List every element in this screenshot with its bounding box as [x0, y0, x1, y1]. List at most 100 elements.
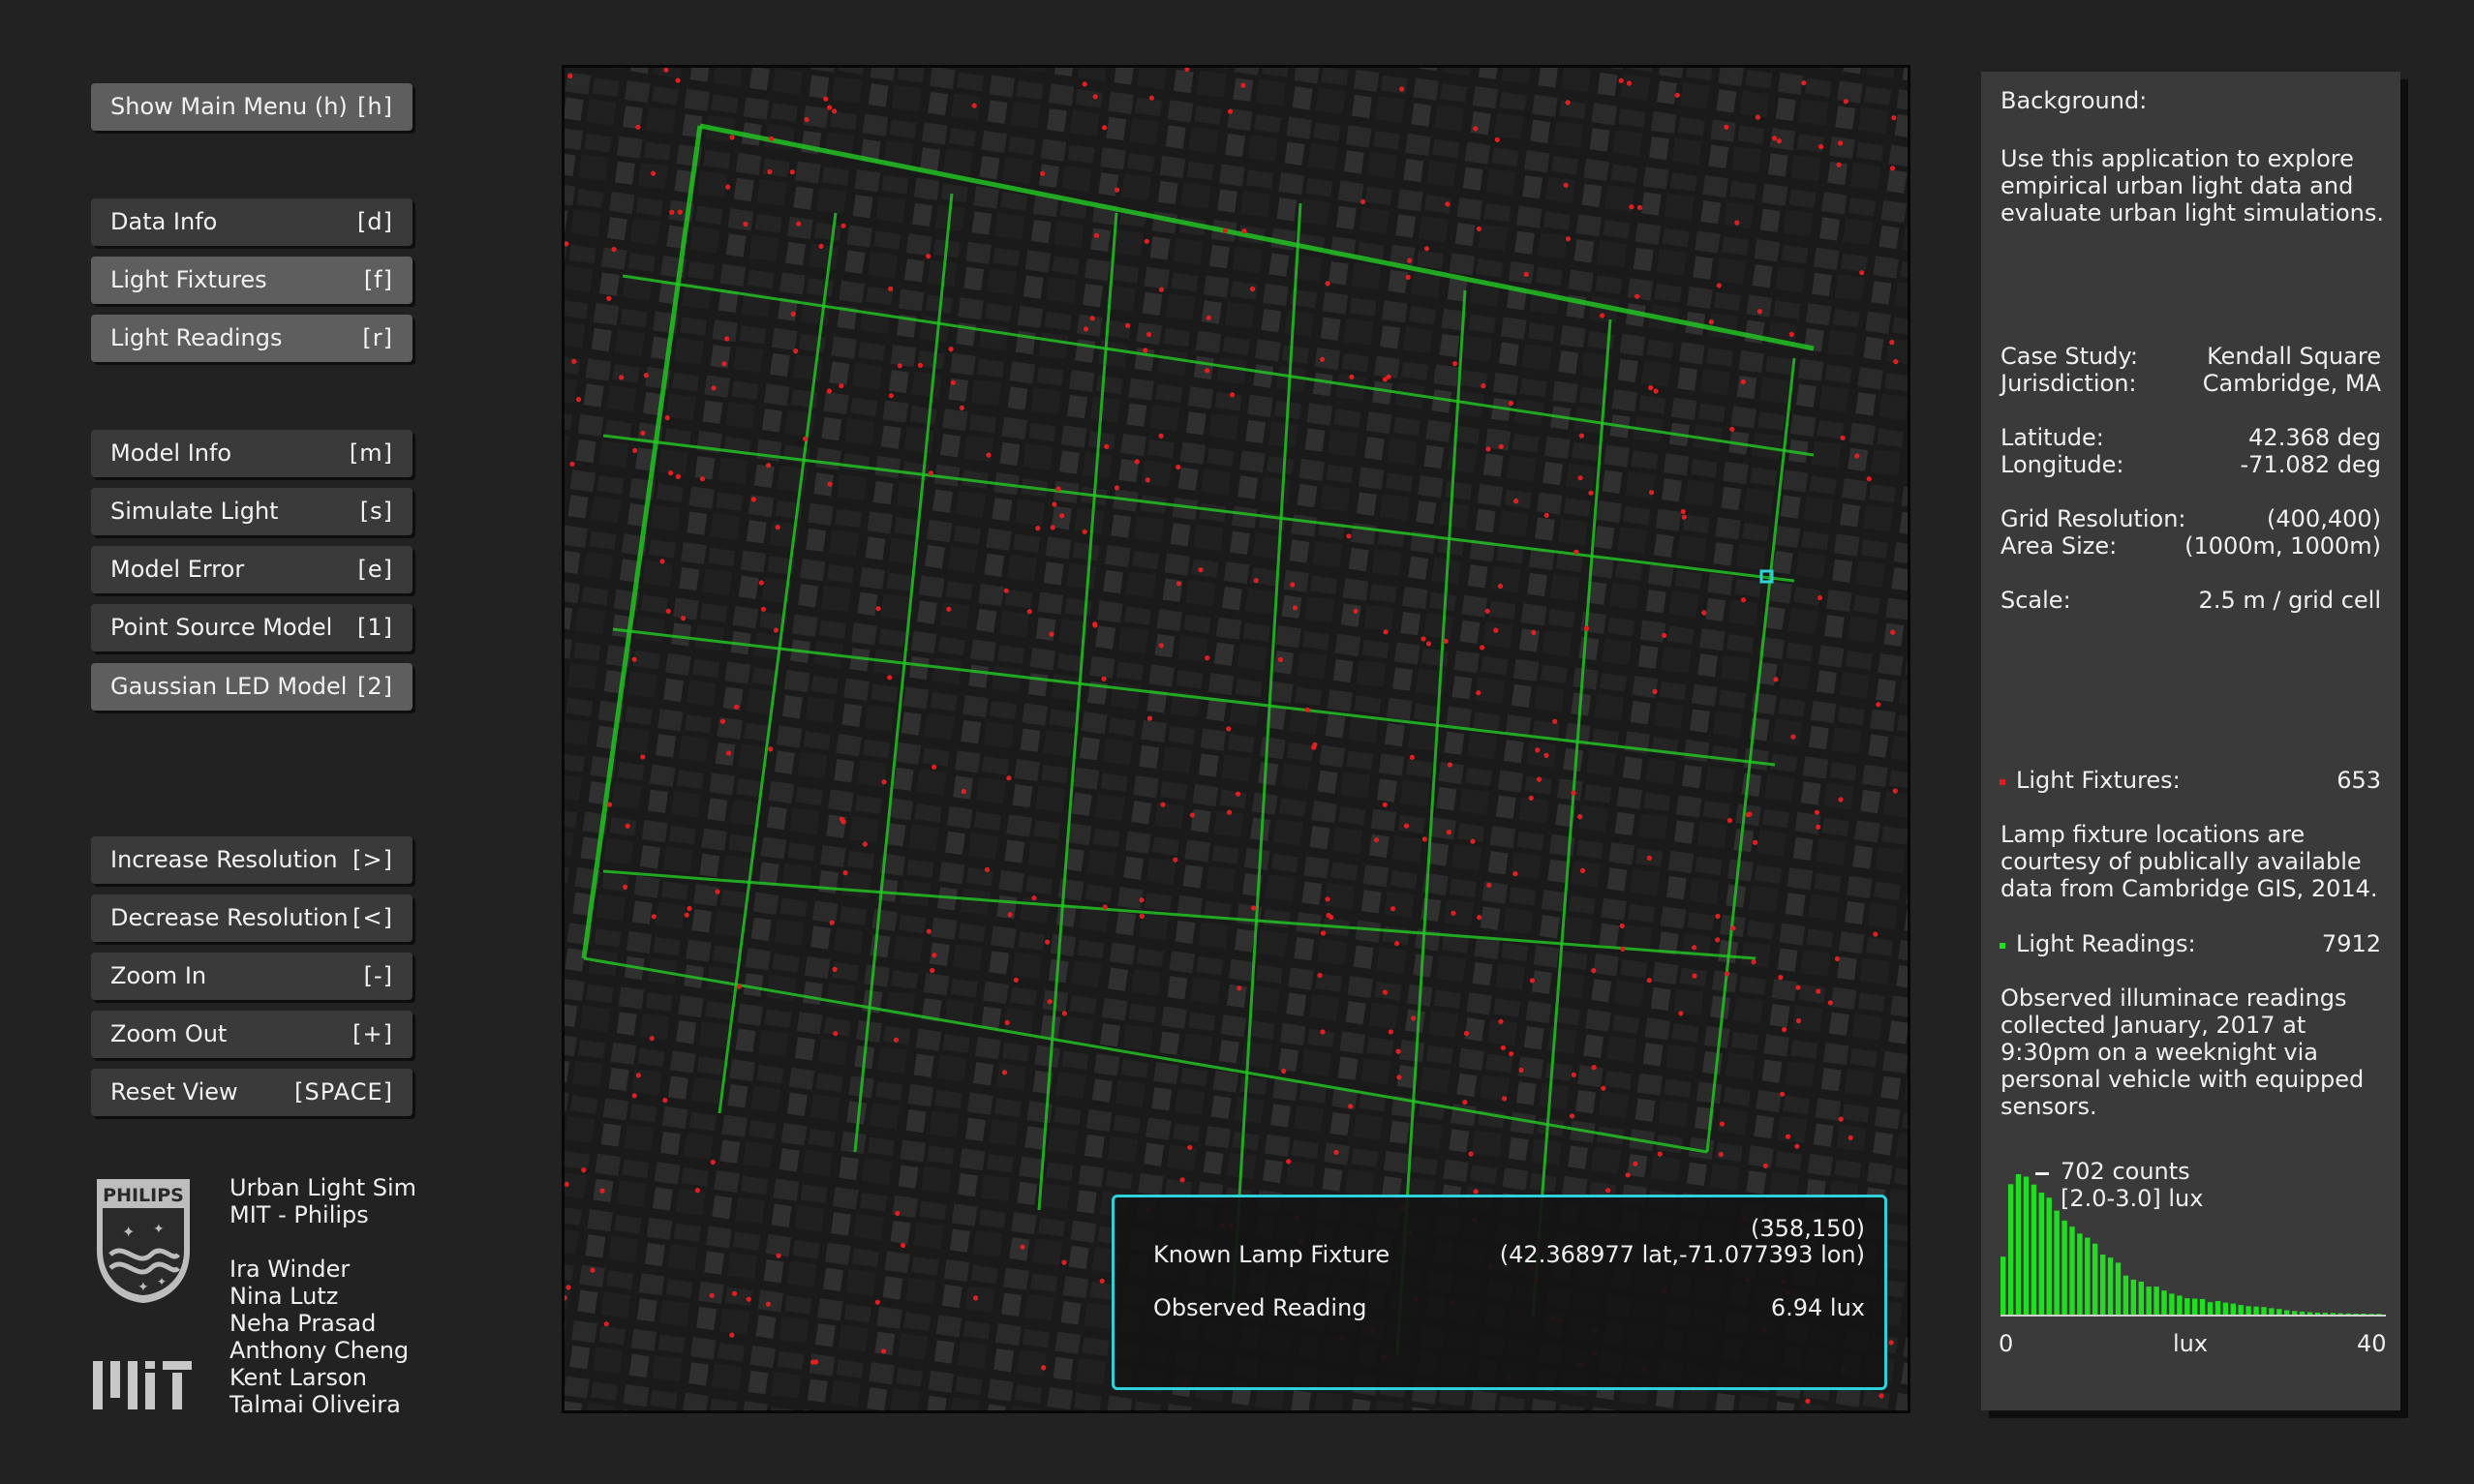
- button-label: Reset View: [110, 1078, 238, 1105]
- fixture-dot: [709, 1292, 715, 1298]
- show-main-menu-button[interactable]: Show Main Menu (h) [h]: [91, 83, 412, 131]
- fixture-dot: [1227, 108, 1234, 114]
- fixture-dot: [1004, 1019, 1010, 1025]
- button-shortcut: [m]: [349, 439, 393, 467]
- fixture-dot: [1249, 286, 1256, 292]
- fixture-dot: [1566, 236, 1572, 242]
- histogram-bar: [2031, 1184, 2037, 1315]
- fixture-dot: [1443, 638, 1449, 644]
- histogram-bar: [2161, 1290, 2167, 1315]
- fixture-dot: [599, 1188, 605, 1194]
- fixture-dot: [1497, 583, 1504, 590]
- increase-resolution-button[interactable]: Increase Resolution [>]: [91, 836, 412, 884]
- fixture-dot: [635, 124, 641, 130]
- fixture-dot: [888, 286, 894, 291]
- author: Neha Prasad: [229, 1310, 377, 1337]
- data-info-button[interactable]: Data Info [d]: [91, 198, 412, 246]
- fixture-dot: [581, 1167, 587, 1173]
- fixture-dot: [1013, 977, 1019, 984]
- fixture-dot: [1179, 1177, 1185, 1183]
- fixture-dot: [1484, 608, 1490, 614]
- fixture-dot: [1476, 690, 1481, 696]
- fixture-dot: [1636, 204, 1642, 210]
- fixture-dot: [1304, 707, 1310, 712]
- zoom-in-button[interactable]: Zoom In [-]: [91, 953, 412, 1000]
- fixture-dot: [1230, 392, 1236, 398]
- fixture-dot: [1708, 319, 1714, 325]
- fixture-dot: [1657, 1151, 1663, 1157]
- point-source-model-button[interactable]: Point Source Model [1]: [91, 604, 412, 651]
- fixture-dot: [1463, 1030, 1470, 1037]
- readings-label: Light Readings:: [2016, 930, 2196, 957]
- histogram-bar: [2376, 1314, 2382, 1315]
- fixture-dot: [1158, 433, 1164, 439]
- fixture-dot: [1531, 629, 1537, 636]
- fixture-dot: [1701, 610, 1707, 616]
- light-fixtures-button[interactable]: Light Fixtures [f]: [91, 257, 412, 304]
- fixture-dot: [623, 884, 628, 890]
- fixture-dot: [827, 481, 833, 487]
- gaussian-led-model-button[interactable]: Gaussian LED Model [2]: [91, 663, 412, 711]
- fixture-dot: [1577, 475, 1583, 481]
- histogram-bar: [2092, 1243, 2098, 1315]
- fixture-dot: [677, 209, 683, 215]
- fixture-dot: [1873, 931, 1878, 937]
- fixture-dot: [1176, 581, 1181, 587]
- fixture-dot: [1494, 136, 1500, 142]
- fixture-dot: [1854, 453, 1860, 459]
- button-label: Gaussian LED Model: [110, 673, 348, 700]
- zoom-out-button[interactable]: Zoom Out [+]: [91, 1011, 412, 1058]
- fixture-dot: [575, 397, 582, 403]
- fixture-dot: [1745, 811, 1751, 818]
- fixture-dot: [590, 1267, 596, 1273]
- fixture-legend-dot: [2000, 779, 2005, 785]
- fixture-dot: [1396, 1075, 1402, 1080]
- readings-count: 7912: [2321, 930, 2381, 957]
- simulate-light-button[interactable]: Simulate Light [s]: [91, 488, 412, 535]
- fixture-dot: [1543, 752, 1549, 758]
- decrease-resolution-button[interactable]: Decrease Resolution [<]: [91, 894, 412, 942]
- philips-shield-logo: PHILIPS ✦ ✦ ✦ ✦: [97, 1179, 190, 1303]
- grid-resolution-value: (400,400): [2267, 505, 2381, 532]
- fixture-dot: [724, 336, 730, 342]
- fixture-dot: [897, 363, 902, 369]
- fixture-dot: [1173, 857, 1178, 863]
- latitude-value: 42.368 deg: [2248, 424, 2381, 451]
- fixture-dot: [1187, 1144, 1193, 1150]
- fixture-dot: [1061, 1011, 1067, 1016]
- histogram-bar: [2015, 1174, 2022, 1315]
- fixture-dot: [1588, 490, 1594, 496]
- model-error-button[interactable]: Model Error [e]: [91, 546, 412, 593]
- histogram-bar: [2207, 1302, 2214, 1315]
- scale-value: 2.5 m / grid cell: [2198, 587, 2381, 614]
- histogram-bar: [2238, 1305, 2244, 1315]
- button-shortcut: [>]: [352, 846, 393, 873]
- fixture-dot: [1498, 1018, 1504, 1024]
- fixture-dot: [887, 675, 893, 681]
- fixture-dot: [715, 889, 720, 894]
- light-readings-button[interactable]: Light Readings [r]: [91, 315, 412, 362]
- fixture-dot: [932, 953, 937, 958]
- fixture-dot: [1513, 499, 1519, 504]
- fixture-dot: [1889, 166, 1896, 171]
- fixture-dot: [1253, 578, 1259, 584]
- fixture-dot: [1405, 274, 1411, 280]
- reset-view-button[interactable]: Reset View [SPACE]: [91, 1069, 412, 1116]
- fixture-dot: [930, 967, 935, 974]
- histogram-bar: [2284, 1310, 2290, 1315]
- fixture-dot: [823, 96, 829, 102]
- fixture-dot: [1838, 1116, 1844, 1122]
- fixture-dot: [1573, 549, 1579, 555]
- fixture-dot: [699, 476, 705, 482]
- model-info-button[interactable]: Model Info [m]: [91, 430, 412, 477]
- fixture-dot: [1625, 1172, 1631, 1178]
- fixture-dot: [1536, 776, 1542, 782]
- fixture-dot: [1859, 270, 1865, 276]
- fixture-dot: [961, 788, 966, 795]
- fixture-dot: [1509, 1051, 1514, 1057]
- fixture-dot: [665, 608, 671, 615]
- info-panel: Background: Use this application to expl…: [1981, 72, 2400, 1410]
- fixture-dot: [1099, 1278, 1105, 1284]
- histogram-bar: [2069, 1227, 2075, 1315]
- fixture-dot: [1146, 715, 1153, 721]
